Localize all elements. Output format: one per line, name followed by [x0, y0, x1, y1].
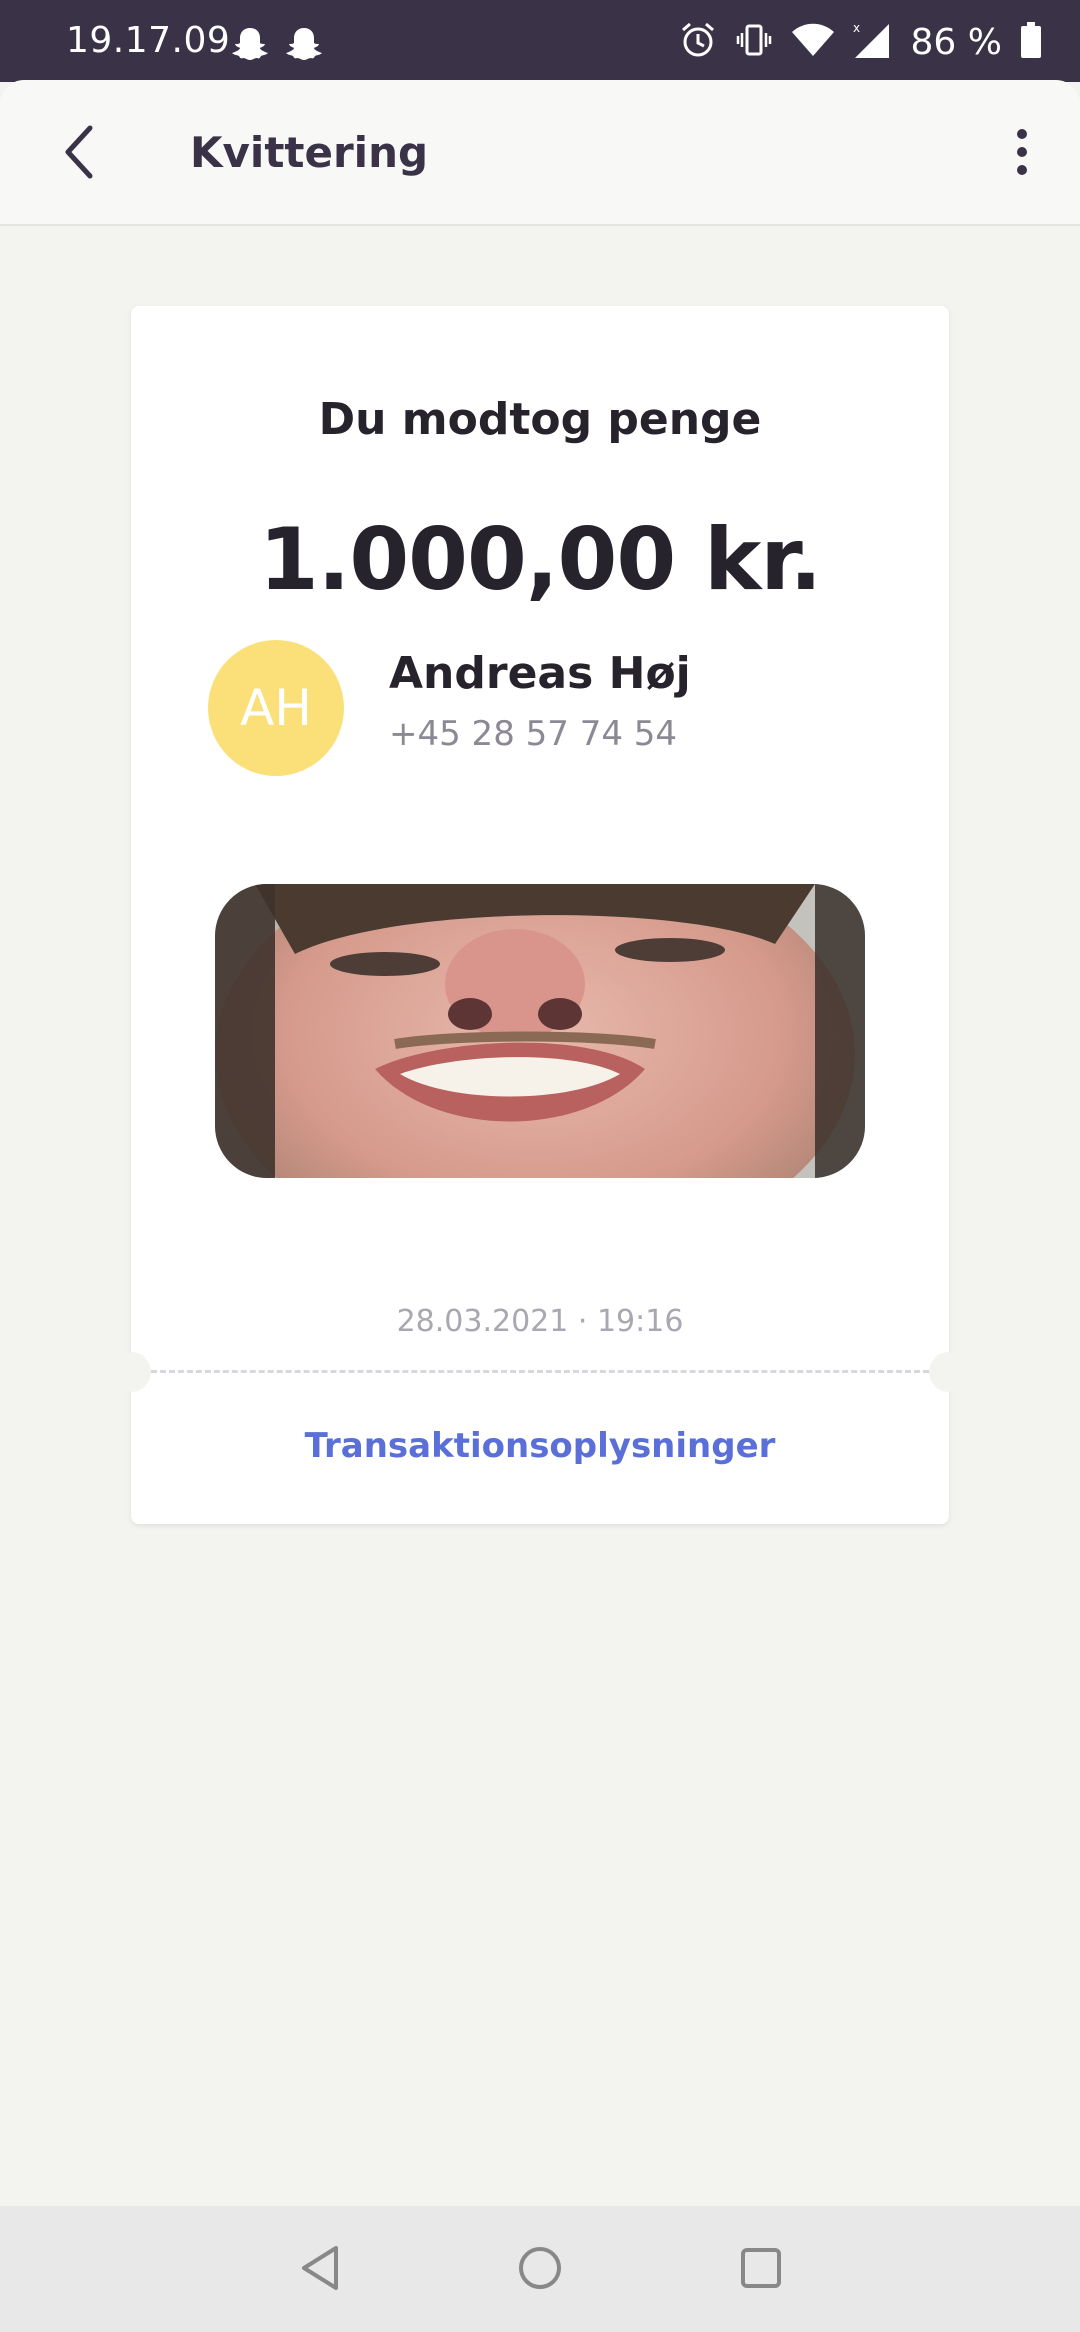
nav-recents-icon — [739, 2246, 783, 2294]
nav-home-icon — [517, 2245, 563, 2295]
back-button[interactable] — [46, 120, 114, 188]
snapchat-icon — [230, 26, 270, 66]
page-title: Kvittering — [190, 128, 429, 177]
more-vertical-icon — [1014, 128, 1030, 180]
nav-home-button[interactable] — [510, 2240, 570, 2300]
status-right: x 86 % — [679, 20, 1042, 64]
receipt-amount: 1.000,00 kr. — [258, 510, 822, 610]
app-bar: Kvittering — [0, 80, 1080, 226]
alarm-icon — [679, 21, 717, 63]
perforation-divider — [151, 1370, 929, 1373]
chevron-left-icon — [62, 124, 98, 184]
system-nav-bar — [0, 2206, 1080, 2332]
more-options-button[interactable] — [994, 120, 1050, 188]
transaction-details-link[interactable]: Transaktionsoplysninger — [131, 1426, 949, 1466]
battery-icon — [1020, 21, 1042, 63]
nav-recents-button[interactable] — [731, 2240, 791, 2300]
avatar: AH — [208, 640, 344, 776]
transaction-date: 28.03.2021 · 19:16 — [396, 1304, 684, 1339]
wifi-icon — [791, 22, 835, 62]
notification-icons — [230, 26, 324, 66]
signal-icon: x — [853, 20, 893, 64]
attached-photo[interactable] — [215, 884, 865, 1178]
vibrate-icon — [735, 21, 773, 63]
sender-phone: +45 28 57 74 54 — [389, 714, 678, 754]
sender-name: Andreas Høj — [389, 648, 691, 699]
snapchat-icon — [284, 26, 324, 66]
nav-back-icon — [298, 2244, 342, 2296]
avatar-initials: AH — [240, 679, 312, 737]
nav-back-button[interactable] — [290, 2240, 350, 2300]
receipt-heading: Du modtog penge — [318, 394, 762, 445]
svg-text:x: x — [853, 21, 860, 35]
perforation-notch-left — [111, 1352, 151, 1392]
battery-percent: 86 % — [910, 21, 1002, 63]
status-time: 19.17.09 — [66, 20, 231, 61]
status-bar: 19.17.09 x 86 % — [0, 0, 1080, 82]
receipt-card: Du modtog penge 1.000,00 kr. AH Andreas … — [111, 306, 969, 1524]
perforation-notch-right — [929, 1352, 969, 1392]
